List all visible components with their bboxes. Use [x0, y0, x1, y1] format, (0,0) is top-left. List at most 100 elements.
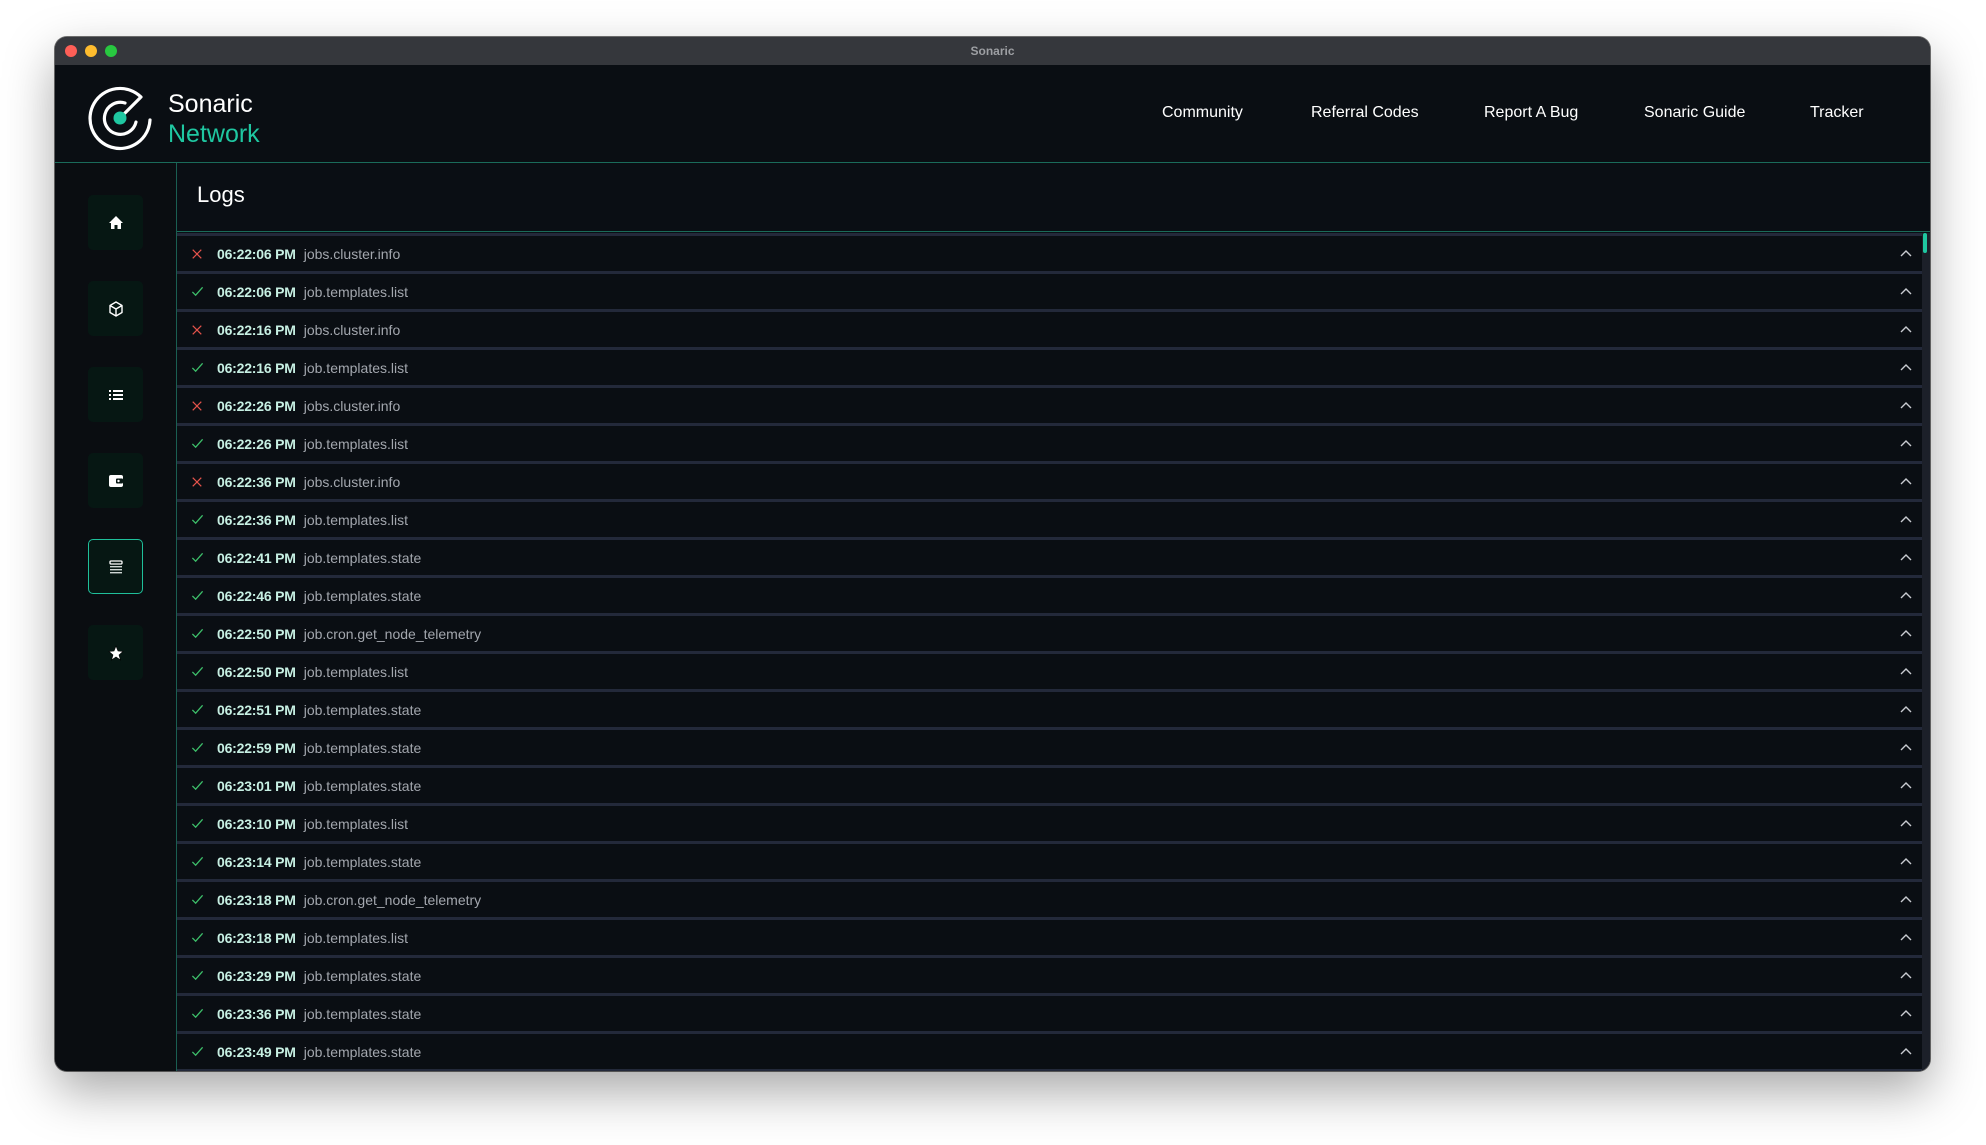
- log-time: 06:22:50 PM: [217, 625, 296, 642]
- scrollbar-thumb[interactable]: [1923, 233, 1927, 253]
- log-event: job.templates.state: [303, 549, 422, 566]
- success-check-icon: [190, 817, 204, 831]
- chevron-up-icon[interactable]: [1898, 854, 1914, 868]
- chevron-up-icon[interactable]: [1898, 816, 1914, 830]
- home-icon: [108, 215, 123, 229]
- maximize-window-button[interactable]: [105, 45, 117, 57]
- chevron-up-icon[interactable]: [1898, 550, 1914, 564]
- cube-icon: [108, 300, 123, 317]
- log-event: job.cron.get_node_telemetry: [303, 625, 482, 642]
- sidebar-item-jobs[interactable]: [88, 281, 143, 336]
- log-row[interactable]: 06:22:50 PM job.templates.list: [177, 654, 1922, 689]
- log-row[interactable]: 06:23:49 PM job.templates.state: [177, 1034, 1922, 1069]
- log-row[interactable]: 06:22:16 PM jobs.cluster.info: [177, 312, 1922, 347]
- log-row[interactable]: 06:22:06 PM job.templates.list: [177, 274, 1922, 309]
- log-time: 06:23:14 PM: [217, 853, 296, 870]
- chevron-up-icon[interactable]: [1898, 588, 1914, 602]
- log-row[interactable]: 06:22:16 PM job.templates.list: [177, 350, 1922, 385]
- sidebar-item-list[interactable]: [88, 367, 143, 422]
- log-event: job.templates.state: [303, 587, 422, 604]
- chevron-up-icon[interactable]: [1898, 398, 1914, 412]
- log-time: 06:22:36 PM: [217, 473, 296, 490]
- log-row[interactable]: 06:22:26 PM job.templates.list: [177, 426, 1922, 461]
- nav-report-a-bug[interactable]: Report A Bug: [1484, 104, 1578, 122]
- log-time: 06:23:49 PM: [217, 1043, 296, 1060]
- log-time: 06:22:26 PM: [217, 397, 296, 414]
- log-row[interactable]: 06:22:41 PM job.templates.state: [177, 540, 1922, 575]
- brand-line-2: Network: [168, 120, 260, 148]
- logs-icon: [108, 559, 123, 573]
- nav-community[interactable]: Community: [1162, 104, 1243, 122]
- chevron-up-icon[interactable]: [1898, 436, 1914, 450]
- chevron-up-icon[interactable]: [1898, 360, 1914, 374]
- log-row[interactable]: 06:22:59 PM job.templates.state: [177, 730, 1922, 765]
- scrollbar[interactable]: [1922, 233, 1930, 1071]
- sonaric-logo-icon[interactable]: [85, 83, 155, 153]
- log-time: 06:22:06 PM: [217, 283, 296, 300]
- chevron-up-icon[interactable]: [1898, 246, 1914, 260]
- log-row[interactable]: 06:23:36 PM job.templates.state: [177, 996, 1922, 1031]
- chevron-up-icon[interactable]: [1898, 892, 1914, 906]
- log-time: 06:23:18 PM: [217, 891, 296, 908]
- log-row[interactable]: 06:22:46 PM job.templates.state: [177, 578, 1922, 613]
- chevron-up-icon[interactable]: [1898, 740, 1914, 754]
- log-row[interactable]: 06:23:18 PM job.cron.get_node_telemetry: [177, 882, 1922, 917]
- chevron-up-icon[interactable]: [1898, 930, 1914, 944]
- chevron-up-icon[interactable]: [1898, 702, 1914, 716]
- log-time: 06:23:29 PM: [217, 967, 296, 984]
- success-check-icon: [190, 931, 204, 945]
- success-check-icon: [190, 551, 204, 565]
- log-row[interactable]: 06:22:50 PM job.cron.get_node_telemetry: [177, 616, 1922, 651]
- log-row[interactable]: 06:22:06 PM jobs.cluster.info: [177, 236, 1922, 271]
- page-title: Logs: [197, 182, 245, 207]
- chevron-up-icon[interactable]: [1898, 322, 1914, 336]
- close-window-button[interactable]: [65, 45, 77, 57]
- nav-tracker[interactable]: Tracker: [1810, 104, 1864, 122]
- log-list[interactable]: 06:22:06 PM jobs.cluster.info 06:22:06 PM j…: [177, 233, 1922, 1071]
- chevron-up-icon[interactable]: [1898, 1044, 1914, 1058]
- success-check-icon: [190, 285, 204, 299]
- list-icon: [108, 389, 123, 400]
- log-row[interactable]: 06:23:01 PM job.templates.state: [177, 768, 1922, 803]
- nav-referral-codes[interactable]: Referral Codes: [1311, 104, 1419, 122]
- nav-sonaric-guide[interactable]: Sonaric Guide: [1644, 104, 1745, 122]
- error-x-icon: [190, 399, 204, 413]
- window-title: Sonaric: [970, 44, 1015, 58]
- logs-header: Logs: [177, 163, 1930, 232]
- log-row[interactable]: 06:23:18 PM job.templates.list: [177, 920, 1922, 955]
- log-row[interactable]: 06:22:36 PM job.templates.list: [177, 502, 1922, 537]
- chevron-up-icon[interactable]: [1898, 1006, 1914, 1020]
- log-row[interactable]: 06:23:14 PM job.templates.state: [177, 844, 1922, 879]
- log-row[interactable]: 06:23:29 PM job.templates.state: [177, 958, 1922, 993]
- log-time: 06:22:16 PM: [217, 321, 296, 338]
- success-check-icon: [190, 1007, 204, 1021]
- brand-name: Sonaric Network: [168, 89, 260, 149]
- log-row[interactable]: 06:22:36 PM jobs.cluster.info: [177, 464, 1922, 499]
- chevron-up-icon[interactable]: [1898, 664, 1914, 678]
- success-check-icon: [190, 627, 204, 641]
- log-event: job.templates.state: [303, 967, 422, 984]
- log-event: job.templates.list: [303, 663, 409, 680]
- log-row[interactable]: 06:22:51 PM job.templates.state: [177, 692, 1922, 727]
- log-event: jobs.cluster.info: [303, 397, 401, 414]
- log-event: job.templates.list: [303, 435, 409, 452]
- minimize-window-button[interactable]: [85, 45, 97, 57]
- chevron-up-icon[interactable]: [1898, 284, 1914, 298]
- chevron-up-icon[interactable]: [1898, 512, 1914, 526]
- sidebar-item-rewards[interactable]: [88, 625, 143, 680]
- success-check-icon: [190, 893, 204, 907]
- log-row[interactable]: 06:23:10 PM job.templates.list: [177, 806, 1922, 841]
- chevron-up-icon[interactable]: [1898, 474, 1914, 488]
- chevron-up-icon[interactable]: [1898, 778, 1914, 792]
- brand-line-1: Sonaric: [168, 90, 253, 118]
- chevron-up-icon[interactable]: [1898, 968, 1914, 982]
- sidebar-item-wallet[interactable]: [88, 453, 143, 508]
- sidebar-item-logs[interactable]: [88, 539, 143, 594]
- sidebar-item-home[interactable]: [88, 195, 143, 250]
- log-event: job.cron.get_node_telemetry: [303, 891, 482, 908]
- chevron-up-icon[interactable]: [1898, 626, 1914, 640]
- log-row[interactable]: 06:22:26 PM jobs.cluster.info: [177, 388, 1922, 423]
- log-event: jobs.cluster.info: [303, 245, 401, 262]
- log-time: 06:22:46 PM: [217, 587, 296, 604]
- log-time: 06:22:50 PM: [217, 663, 296, 680]
